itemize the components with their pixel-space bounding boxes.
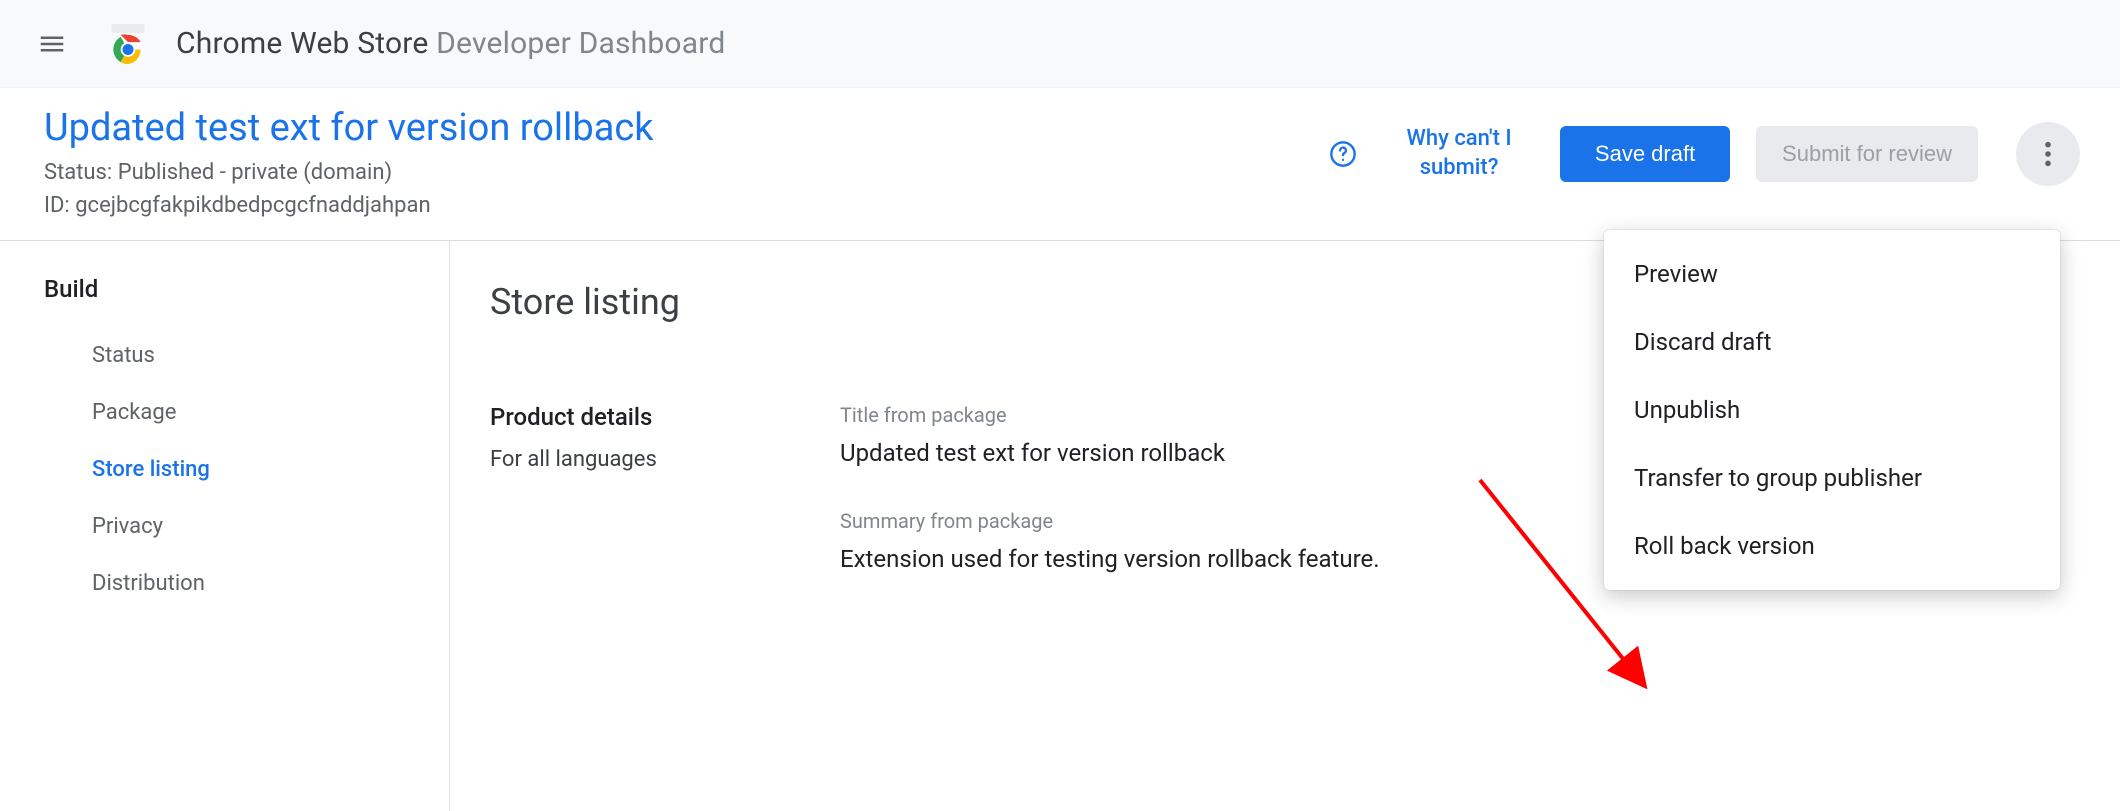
hamburger-icon [37, 29, 67, 59]
summary-from-package-label: Summary from package [840, 509, 1620, 533]
menu-item-preview[interactable]: Preview [1604, 240, 2060, 308]
sidebar-item-store-listing[interactable]: Store listing [44, 441, 449, 498]
sidebar-heading-build: Build [44, 275, 449, 303]
extension-header-left: Updated test ext for version rollback St… [44, 106, 1328, 222]
chrome-icon [106, 22, 150, 66]
main-menu-button[interactable] [28, 20, 76, 68]
product-details-subheading: For all languages [490, 447, 800, 472]
menu-item-discard-draft[interactable]: Discard draft [1604, 308, 2060, 376]
brand-name: Chrome Web Store [176, 26, 429, 61]
extension-status: Status: Published - private (domain) [44, 156, 1328, 189]
title-from-package-label: Title from package [840, 403, 1620, 427]
title-from-package-value: Updated test ext for version rollback [840, 437, 1620, 471]
topbar: Chrome Web Store Developer Dashboard [0, 0, 2120, 88]
sidebar-item-privacy[interactable]: Privacy [44, 498, 449, 555]
extension-title[interactable]: Updated test ext for version rollback [44, 106, 1328, 150]
menu-item-roll-back-version[interactable]: Roll back version [1604, 512, 2060, 580]
sidebar-item-package[interactable]: Package [44, 384, 449, 441]
more-actions-menu: Preview Discard draft Unpublish Transfer… [1604, 230, 2060, 590]
menu-item-transfer-to-group-publisher[interactable]: Transfer to group publisher [1604, 444, 2060, 512]
header-actions: Why can't I submit? Save draft Submit fo… [1328, 106, 2080, 186]
why-cant-submit-link[interactable]: Why can't I submit? [1384, 125, 1534, 182]
sidebar-item-status[interactable]: Status [44, 327, 449, 384]
product-details-left: Product details For all languages [490, 403, 800, 614]
more-vertical-icon [2044, 140, 2052, 168]
help-circle-icon [1329, 140, 1357, 168]
product-details-heading: Product details [490, 403, 800, 431]
brand-title: Chrome Web Store Developer Dashboard [176, 26, 725, 61]
extension-id: ID: gcejbcgfakpikdbedpcgcfnaddjahpan [44, 189, 1328, 222]
chrome-web-store-logo [104, 20, 152, 68]
save-draft-button[interactable]: Save draft [1560, 126, 1730, 182]
menu-item-unpublish[interactable]: Unpublish [1604, 376, 2060, 444]
summary-from-package-value: Extension used for testing version rollb… [840, 543, 1620, 577]
extension-header: Updated test ext for version rollback St… [0, 88, 2120, 241]
brand-section: Developer Dashboard [436, 26, 725, 61]
product-details-fields: Title from package Updated test ext for … [840, 403, 1620, 614]
help-button[interactable] [1328, 139, 1358, 169]
more-actions-button[interactable] [2016, 122, 2080, 186]
submit-for-review-button: Submit for review [1756, 126, 1978, 182]
sidebar: Build Status Package Store listing Priva… [0, 241, 450, 811]
sidebar-item-distribution[interactable]: Distribution [44, 555, 449, 612]
